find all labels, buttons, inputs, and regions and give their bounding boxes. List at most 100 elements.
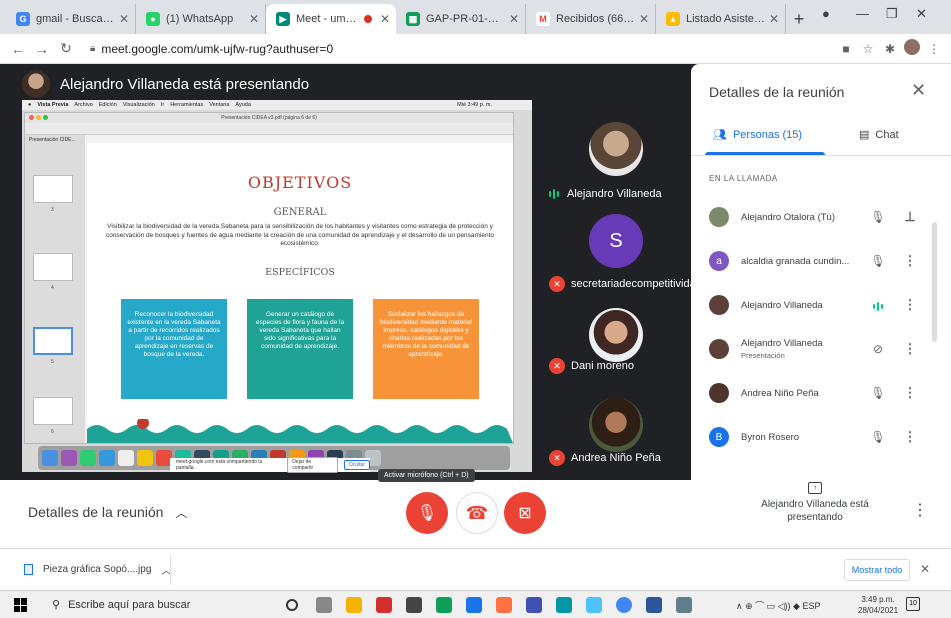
person-row[interactable]: Alejandro Villaneda Presentación ⊘ ⋮ xyxy=(691,329,939,369)
person-name: Andrea Niño Peña xyxy=(741,387,819,399)
security-icon[interactable] xyxy=(526,597,542,613)
pin-icon[interactable]: ⊥ xyxy=(899,209,921,225)
close-tab-icon[interactable]: ✕ xyxy=(769,12,779,26)
hide-button[interactable]: Ocultar xyxy=(343,460,370,470)
person-name: Alejandro Villaneda xyxy=(741,299,823,311)
page-thumbnail xyxy=(33,253,73,281)
download-item[interactable]: Pieza gráfica Sopó....jpg ︿ xyxy=(24,562,171,577)
windows-start-icon[interactable] xyxy=(14,598,28,612)
shared-screen: ● Vista Previa Archivo Edición Visualiza… xyxy=(22,100,532,472)
star-icon[interactable]: ☆ xyxy=(857,42,879,56)
mail-icon[interactable] xyxy=(466,597,482,613)
chat-icon: ▤ xyxy=(859,129,870,141)
app-icon[interactable] xyxy=(436,597,452,613)
panel-scrollbar[interactable] xyxy=(932,222,937,342)
participant-tile[interactable]: ✕ Dani moreno xyxy=(537,304,687,404)
person-row[interactable]: Andrea Niño Peña 🎙︎ ⋮ xyxy=(691,373,939,413)
person-row[interactable]: B Byron Rosero 🎙︎ ⋮ xyxy=(691,417,939,457)
page-number: 3 xyxy=(51,207,54,213)
office-icon[interactable] xyxy=(376,597,392,613)
meeting-details-toggle[interactable]: Detalles de la reunión ︿ xyxy=(28,504,187,521)
more-options-icon[interactable]: ⋮ xyxy=(899,253,921,269)
restore-icon[interactable]: ❐ xyxy=(886,6,898,22)
reload-icon[interactable]: ↻ xyxy=(54,40,78,57)
new-tab-button[interactable]: + xyxy=(786,4,812,34)
app-icon[interactable] xyxy=(676,597,692,613)
more-options-icon[interactable]: ⋮ xyxy=(899,429,921,445)
taskbar-search[interactable]: ⚲ Escribe aquí para buscar xyxy=(52,598,191,612)
tab-sheets[interactable]: ▦ GAP-PR-01-FR-01 List ✕ xyxy=(396,4,526,34)
tab-gmail-inbox[interactable]: M Recibidos (668) - jhon ✕ xyxy=(526,4,656,34)
person-name-text: Alejandro Villaneda xyxy=(741,338,823,349)
close-downloads-icon[interactable]: ✕ xyxy=(920,562,930,576)
file-explorer-icon[interactable] xyxy=(346,597,362,613)
word-icon[interactable] xyxy=(646,597,662,613)
camera-toggle-button[interactable]: ⊠ xyxy=(504,492,546,534)
camera-off-icon: ⊠ xyxy=(518,505,532,522)
microphone-toggle-button[interactable]: 🎙︎ xyxy=(406,492,448,534)
url-field[interactable]: 🔒︎ meet.google.com/umk-ujfw-rug?authuser… xyxy=(84,37,835,61)
share-notice-bar: meet.google.com está compartiendo tu pan… xyxy=(170,457,370,473)
show-all-button[interactable]: Mostrar todo xyxy=(844,559,910,581)
tab-meet[interactable]: ▶ Meet - umk-ufjw- ✕ xyxy=(266,4,396,34)
page-number: 5 xyxy=(51,359,54,365)
close-window-icon[interactable]: ✕ xyxy=(916,6,927,22)
slide-page: OBJETIVOS GENERAL Visibilizar la biodive… xyxy=(87,143,513,443)
stop-sharing-button[interactable]: Dejar de compartir xyxy=(287,457,338,473)
close-tab-icon[interactable]: ✕ xyxy=(119,12,129,26)
search-placeholder: Escribe aquí para buscar xyxy=(68,598,191,611)
person-avatar: B xyxy=(709,427,729,447)
presenter-header: Alejandro Villaneda está presentando xyxy=(22,70,309,98)
more-options-icon[interactable]: ⋮ xyxy=(899,297,921,313)
back-icon[interactable]: ← xyxy=(6,41,30,57)
profile-dot-icon[interactable]: ● xyxy=(822,6,830,21)
person-row[interactable]: Alejandro Villaneda ⋮ xyxy=(691,285,939,325)
tab-drive[interactable]: ▲ Listado Asistencia Abr ✕ xyxy=(656,4,786,34)
more-options-icon[interactable]: ⋮ xyxy=(912,500,928,520)
tab-whatsapp[interactable]: ● (1) WhatsApp ✕ xyxy=(136,4,266,34)
participant-tile[interactable]: S ✕ secretariadecompetitivida... xyxy=(537,214,705,314)
tab-strip: G gmail - Buscar con Go ✕ ● (1) WhatsApp… xyxy=(0,0,951,34)
more-options-icon[interactable]: ⋮ xyxy=(899,341,921,357)
chrome-icon[interactable] xyxy=(616,597,632,613)
download-filename: Pieza gráfica Sopó....jpg xyxy=(43,564,152,575)
taskbar-clock[interactable]: 3:49 p.m. 28/04/2021 xyxy=(858,594,898,616)
page-thumbnail-selected xyxy=(33,327,73,355)
person-avatar xyxy=(709,295,729,315)
tab-people[interactable]: 👥︎ Personas (15) xyxy=(713,128,803,142)
store-icon[interactable] xyxy=(406,597,422,613)
menu-icon[interactable]: ⋮ xyxy=(923,42,945,56)
clock-time: 3:49 p.m. xyxy=(861,595,895,604)
leave-call-button[interactable]: ☎︎ xyxy=(456,492,498,534)
close-tab-icon[interactable]: ✕ xyxy=(509,12,519,26)
more-options-icon[interactable]: ⋮ xyxy=(899,385,921,401)
ie-icon[interactable] xyxy=(586,597,602,613)
edge-icon[interactable] xyxy=(556,597,572,613)
system-tray[interactable]: ∧ ⊕ ⌒ ▭ ◁)) ◆ ESP xyxy=(736,599,821,612)
profile-avatar[interactable] xyxy=(901,39,923,58)
tab-people-label: Personas (15) xyxy=(732,128,803,141)
downloads-bar: Pieza gráfica Sopó....jpg ︿ Mostrar todo… xyxy=(0,548,951,590)
camera-icon[interactable]: ■ xyxy=(835,42,857,56)
mac-menu-item: Edición xyxy=(98,102,117,108)
notifications-icon[interactable]: 10 xyxy=(906,597,920,611)
close-tab-icon[interactable]: ✕ xyxy=(639,12,649,26)
task-view-icon[interactable] xyxy=(316,597,332,613)
firefox-icon[interactable] xyxy=(496,597,512,613)
minimize-icon[interactable]: — xyxy=(856,6,869,21)
presenting-status[interactable]: ↑ Alejandro Villaneda está presentando xyxy=(760,482,870,524)
tab-chat[interactable]: ▤ Chat xyxy=(859,128,899,142)
participant-tile[interactable]: Alejandro Villaneda xyxy=(537,112,687,212)
tab-gmail-search[interactable]: G gmail - Buscar con Go ✕ xyxy=(6,4,136,34)
stop-presenting-icon[interactable]: ⊘ xyxy=(867,342,889,356)
notes-icon xyxy=(137,450,153,466)
close-tab-icon[interactable]: ✕ xyxy=(380,12,390,26)
extensions-icon[interactable]: ✱ xyxy=(879,42,901,56)
close-tab-icon[interactable]: ✕ xyxy=(249,12,259,26)
forward-icon[interactable]: → xyxy=(30,41,54,57)
close-panel-icon[interactable]: ✕ xyxy=(911,80,926,101)
person-row[interactable]: a alcaldia granada cundin... 🎙︎ ⋮ xyxy=(691,241,939,281)
person-row[interactable]: Alejandro Otalora (Tú) 🎙︎ ⊥ xyxy=(691,197,939,237)
cortana-icon[interactable] xyxy=(286,599,298,611)
siri-icon xyxy=(61,450,77,466)
